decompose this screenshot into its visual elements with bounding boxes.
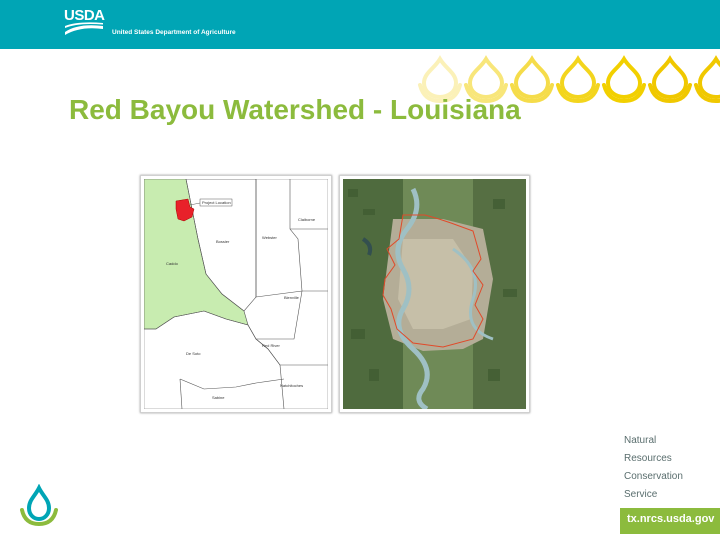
agency-line-conservation: Conservation [624,471,683,482]
county-map: Project Location Caddo Bossier Webster C… [140,175,332,413]
website-link[interactable]: tx.nrcs.usda.gov [620,508,720,534]
county-label-bossier: Bossier [216,239,230,244]
agency-name: Natural Resources Conservation Service [624,432,714,504]
nrcs-drop-icon [20,484,58,527]
agency-line-resources: Resources [624,453,672,464]
page-title: Red Bayou Watershed - Louisiana [69,94,521,125]
header-bar: USDA United States Department of Agricul… [0,0,720,49]
aerial-photo-graphic [343,179,526,409]
aerial-photo [339,175,530,413]
county-label-sabine: Sabine [212,395,225,400]
agency-line-service: Service [624,489,658,500]
county-label-caddo: Caddo [166,261,179,266]
county-label-de-soto: De Soto [186,351,201,356]
project-location-label: Project Location [202,200,231,205]
agency-line-natural: Natural [624,435,657,446]
county-label-webster: Webster [262,235,277,240]
county-label-bienville: Bienville [284,295,300,300]
county-label-claiborne: Claiborne [298,217,316,222]
usda-logo[interactable]: USDA [64,8,105,38]
usda-logo-swoosh-icon [65,22,103,35]
department-name: United States Department of Agriculture [112,29,236,36]
county-label-natchitoches: Natchitoches [280,383,303,388]
county-label-red-river: Red River [262,343,280,348]
county-map-graphic: Project Location Caddo Bossier Webster C… [144,179,328,409]
website-url[interactable]: tx.nrcs.usda.gov [627,513,714,525]
